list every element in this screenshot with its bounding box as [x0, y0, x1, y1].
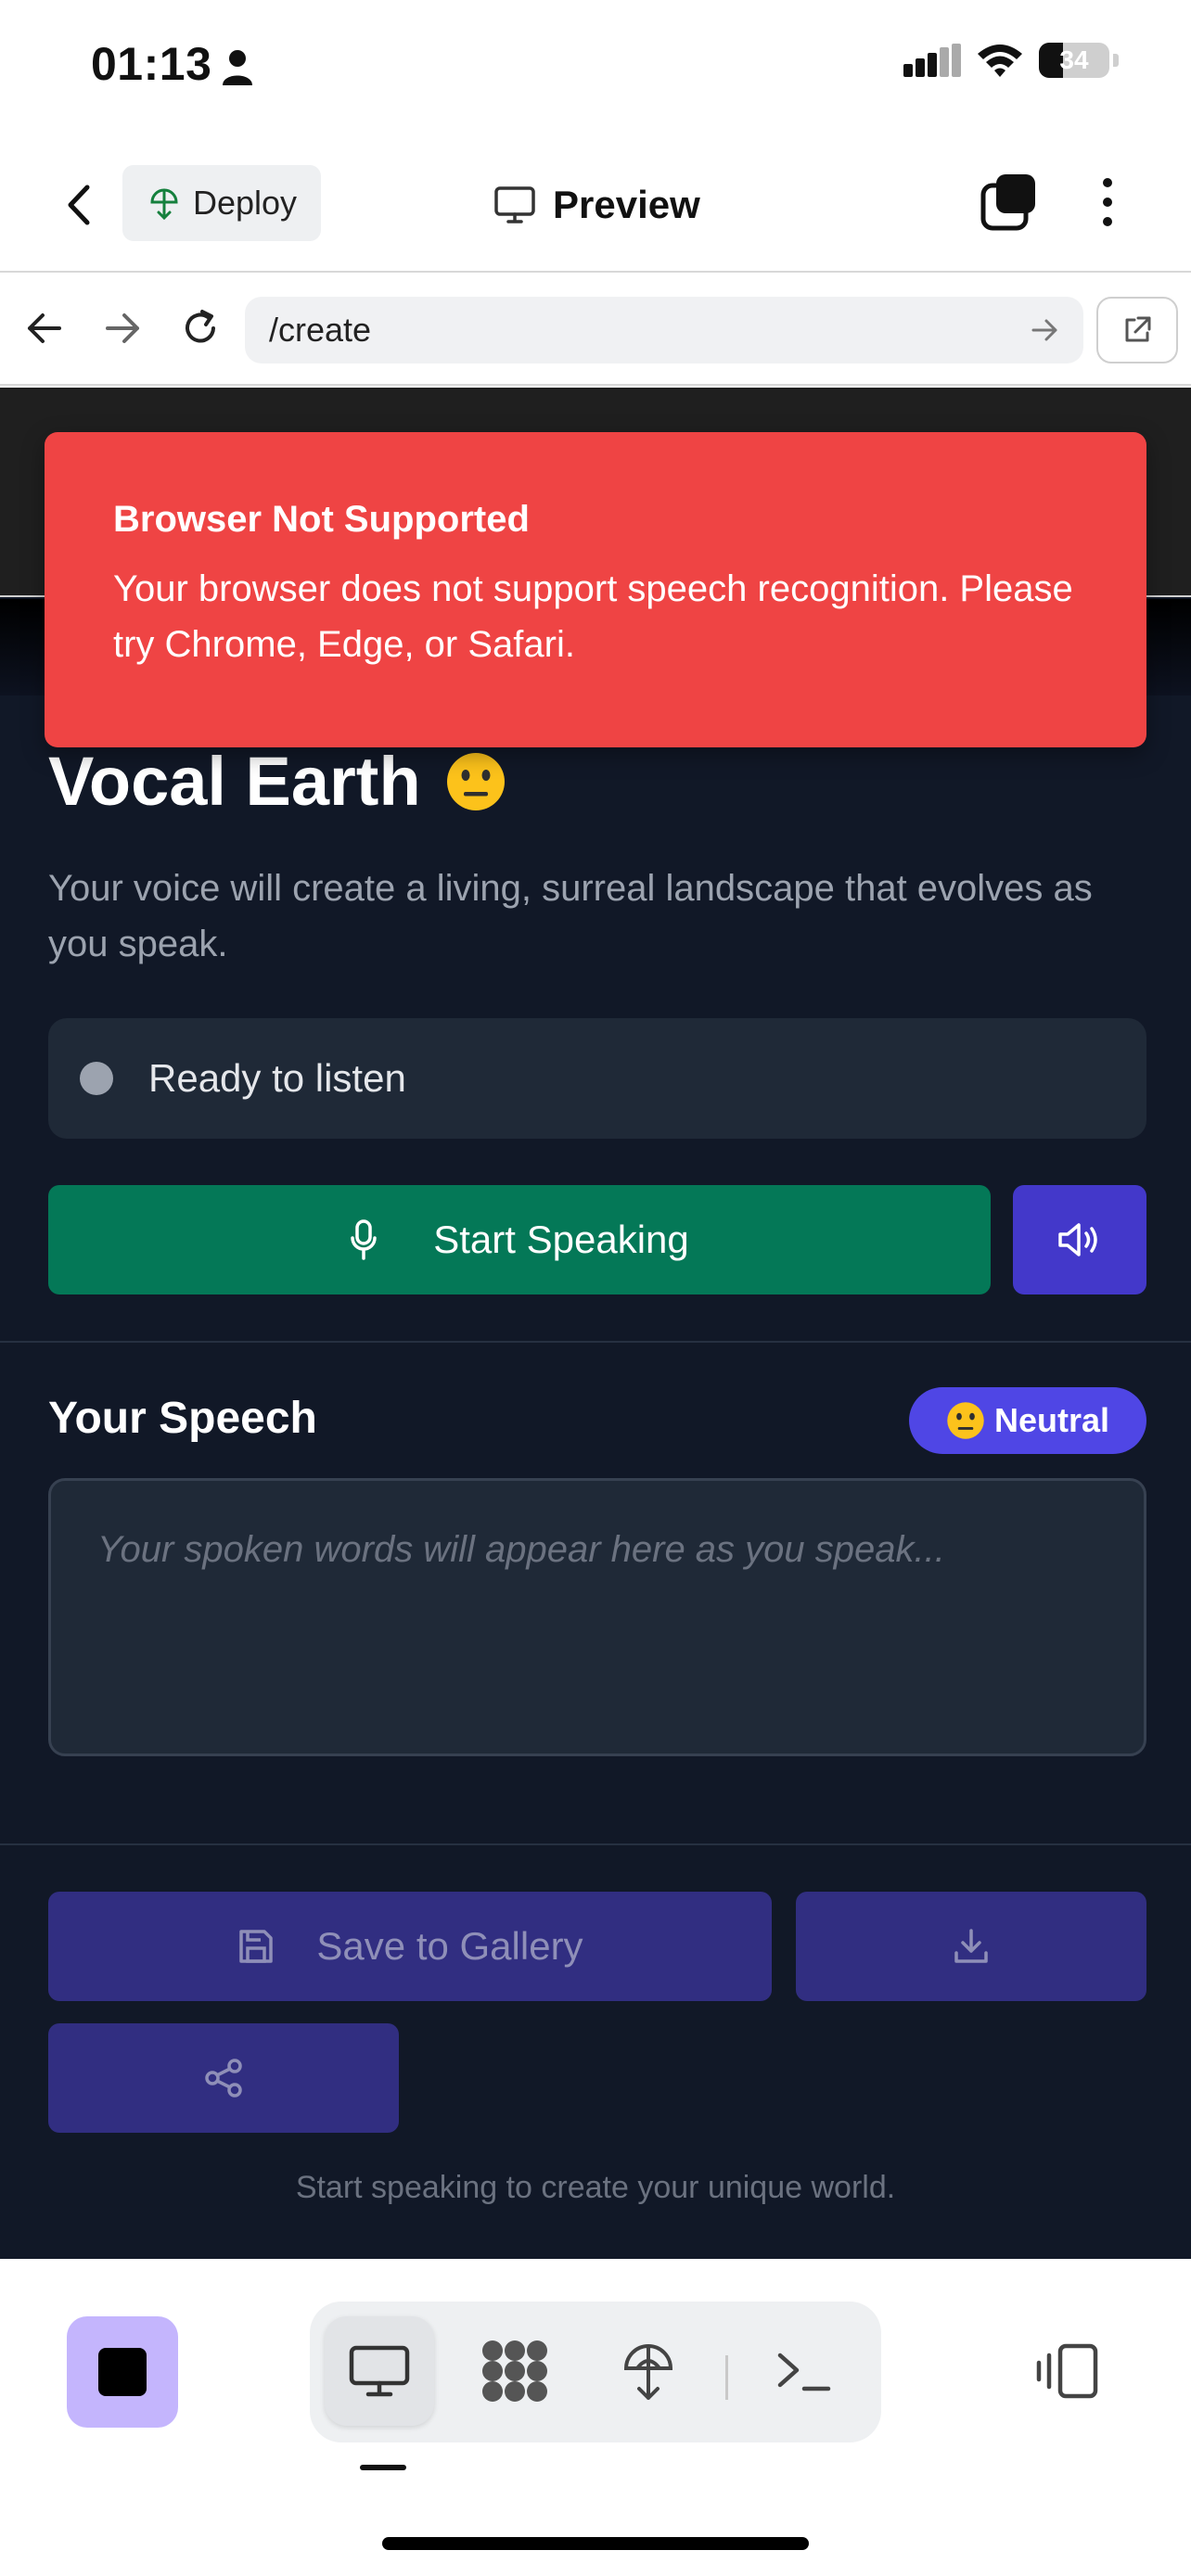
app-toolbar: Deploy Preview [0, 139, 1191, 273]
error-toast[interactable]: Browser Not Supported Your browser does … [45, 432, 1146, 747]
deploy-icon [150, 188, 178, 221]
components-view-button[interactable] [460, 2316, 570, 2426]
listening-status: Ready to listen [48, 1018, 1146, 1139]
person-icon [223, 50, 252, 85]
share-icon [205, 2059, 242, 2098]
reload-button[interactable] [173, 300, 228, 356]
page-description: Your voice will create a living, surreal… [48, 868, 1093, 964]
microphone-icon [351, 1219, 377, 1260]
active-tab-indicator [360, 2465, 406, 2470]
preview-label: Preview [553, 183, 700, 226]
divider [0, 1843, 1191, 1845]
mood-badge: Neutral [909, 1387, 1146, 1454]
browser-back-button[interactable] [17, 300, 72, 356]
terminal-view-button[interactable] [749, 2316, 859, 2426]
device-layout-button[interactable] [1028, 2331, 1108, 2411]
stop-button[interactable] [67, 2316, 178, 2428]
browser-url-bar: /create [0, 274, 1191, 386]
page-title-text: Vocal Earth [48, 743, 421, 820]
web-content: Browser Not Supported Your browser does … [0, 388, 1191, 2259]
start-speaking-button[interactable]: Start Speaking [48, 1185, 991, 1294]
preview-title: Preview [493, 176, 700, 234]
status-text: Ready to listen [148, 1056, 406, 1100]
stop-icon [98, 2348, 147, 2396]
arrow-right-icon [106, 313, 139, 343]
arrow-left-icon [28, 313, 61, 343]
toast-title: Browser Not Supported [113, 499, 530, 540]
share-button[interactable] [48, 2023, 399, 2133]
status-bar: 01:13 34 [0, 0, 1191, 139]
mood-label: Neutral [993, 1401, 1110, 1439]
chevron-left-icon [68, 185, 90, 225]
more-options-button[interactable] [1085, 172, 1130, 232]
wifi-icon [978, 45, 1022, 77]
url-input[interactable]: /create [245, 297, 1083, 363]
open-external-button[interactable] [1096, 297, 1178, 363]
speech-transcript-area[interactable]: Your spoken words will appear here as yo… [48, 1478, 1146, 1756]
volume-icon [1058, 1223, 1097, 1256]
battery-icon: 34 [1039, 43, 1109, 78]
deploy-label: Deploy [193, 184, 298, 222]
download-icon [954, 1929, 988, 1963]
status-indicator-dot [80, 1062, 113, 1095]
save-label: Save to Gallery [316, 1924, 583, 1968]
cellular-signal-icon [903, 44, 961, 77]
speech-placeholder: Your spoken words will appear here as yo… [97, 1529, 945, 1570]
toast-message: Your browser does not support speech rec… [113, 568, 1073, 665]
speech-heading: Your Speech [48, 1394, 317, 1443]
status-time: 01:13 [91, 38, 212, 90]
go-arrow-icon[interactable] [1028, 313, 1061, 347]
browser-forward-button[interactable] [95, 300, 150, 356]
home-indicator [382, 2537, 809, 2550]
url-text: /create [269, 311, 372, 349]
neutral-face-icon [446, 752, 505, 810]
hint-text: Start speaking to create your unique wor… [295, 2170, 896, 2205]
bottom-dock [0, 2259, 1191, 2576]
start-speaking-label: Start Speaking [433, 1218, 689, 1261]
battery-level: 34 [1059, 45, 1089, 74]
view-switcher [310, 2302, 881, 2442]
monitor-icon [494, 186, 535, 223]
divider [0, 1341, 1191, 1343]
tabs-icon[interactable] [980, 172, 1039, 232]
deploy-button[interactable]: Deploy [122, 165, 321, 241]
status-indicators: 34 [903, 43, 1119, 78]
terminal-icon [777, 2353, 831, 2391]
save-to-gallery-button[interactable]: Save to Gallery [48, 1892, 772, 2001]
page-title: Vocal Earth [48, 742, 506, 821]
preview-view-button[interactable] [325, 2316, 434, 2426]
device-rotate-icon [1036, 2343, 1098, 2399]
download-button[interactable] [796, 1892, 1146, 2001]
back-button[interactable] [56, 176, 100, 234]
grid-blob-icon [482, 2340, 547, 2402]
monitor-icon [349, 2345, 410, 2397]
sound-toggle-button[interactable] [1013, 1185, 1146, 1294]
external-link-icon [1125, 316, 1151, 342]
save-icon [239, 1930, 274, 1963]
neutral-face-icon [947, 1402, 984, 1439]
deploy-view-button[interactable] [594, 2316, 703, 2426]
deploy-icon [623, 2344, 673, 2400]
reload-icon [186, 310, 215, 343]
